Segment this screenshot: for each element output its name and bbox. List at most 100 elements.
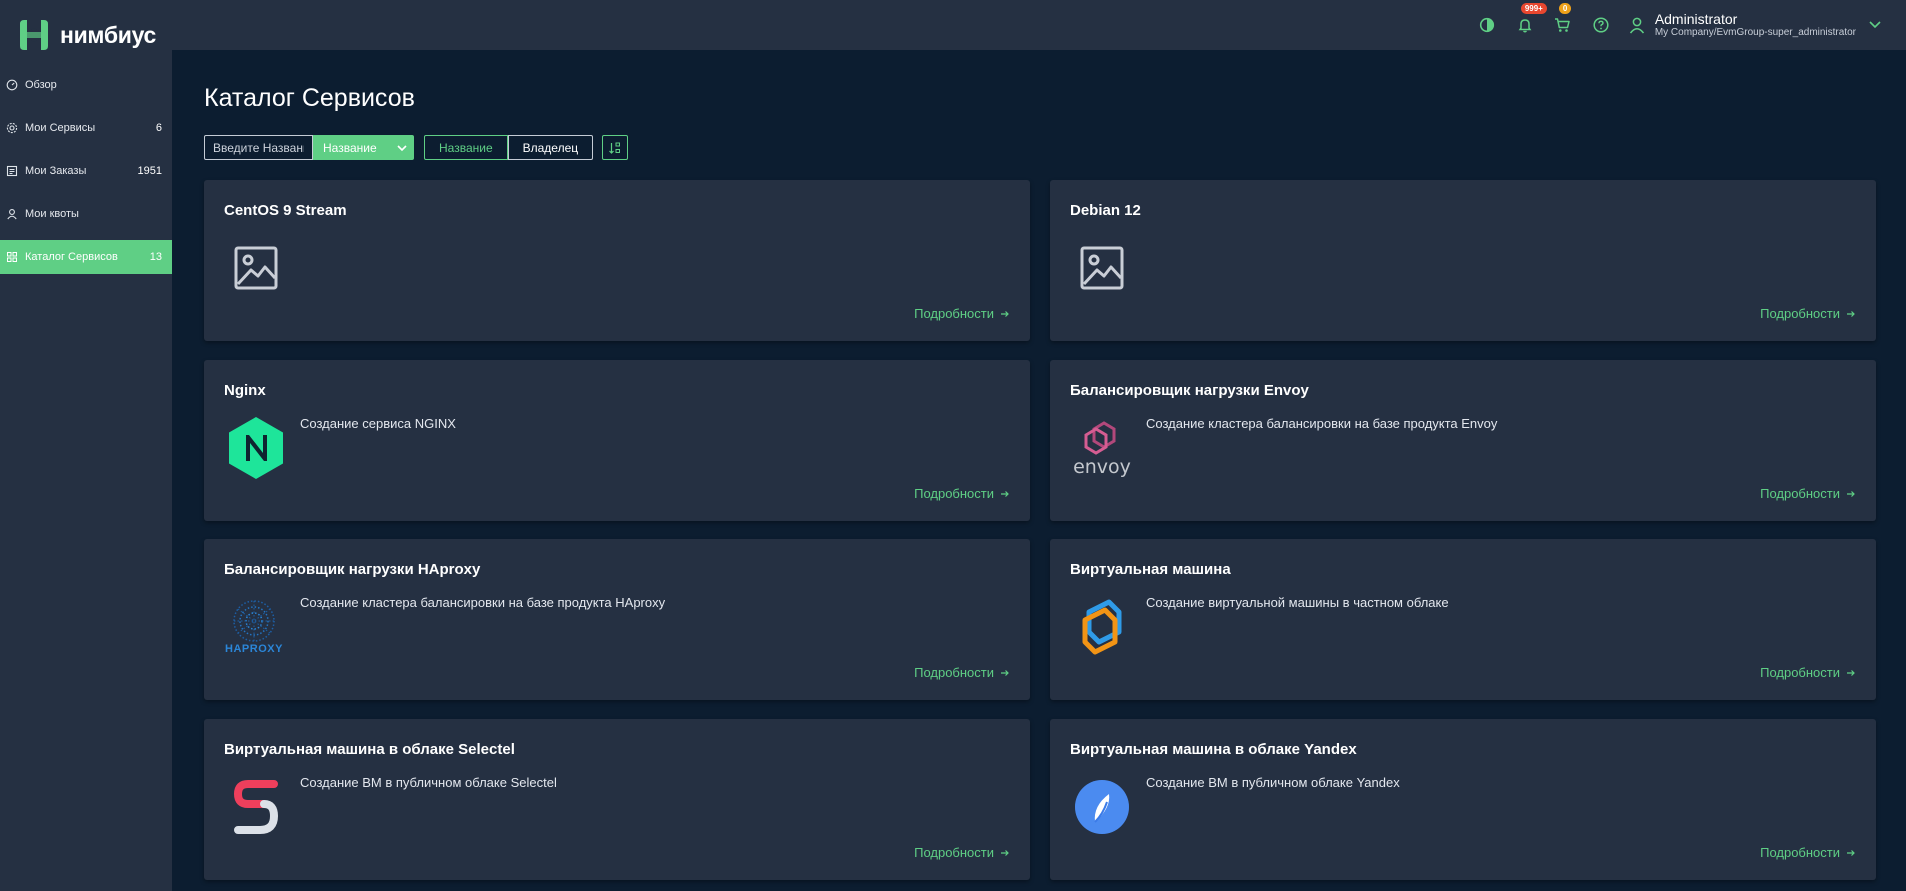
haproxy-logo-text: HAPROXY (225, 643, 283, 655)
service-card-title: Балансировщик нагрузки Envoy (1070, 382, 1309, 399)
user-name: Administrator (1654, 11, 1738, 27)
sidebar-item-overview[interactable]: Обзор (0, 68, 172, 102)
service-card-description: Создание виртуальной машины в частном об… (1146, 595, 1449, 610)
service-card-description: Создание ВМ в публичном облаке Selectel (300, 775, 557, 790)
search-input[interactable] (204, 135, 313, 160)
haproxy-logo: HAPROXY (222, 593, 286, 661)
details-link-label: Подробности (914, 306, 994, 321)
nimbius-logo-icon (20, 20, 48, 50)
help-icon[interactable] (1591, 15, 1611, 35)
arrow-right-icon (1847, 669, 1855, 676)
sidebar-item-count: 6 (155, 122, 162, 134)
grid-icon (6, 251, 18, 263)
arrow-right-icon (1001, 490, 1009, 497)
sidebar-item-my-services[interactable]: Мои Сервисы 6 (0, 111, 172, 145)
service-card-title: Балансировщик нагрузки HAproxy (224, 561, 481, 578)
dashboard-icon (6, 79, 18, 91)
sidebar-item-service-catalog[interactable]: Каталог Сервисов 13 (0, 240, 172, 274)
arrow-right-icon (1847, 490, 1855, 497)
service-card[interactable]: CentOS 9 Stream Подробности (204, 180, 1030, 341)
details-link[interactable]: Подробности (1760, 845, 1856, 860)
brand-logo[interactable]: нимбиус (16, 18, 156, 52)
nginx-logo (224, 414, 288, 482)
user-menu[interactable]: Administrator My Company/EvmGroup-super_… (1629, 11, 1882, 39)
sidebar-item-count: 13 (149, 251, 162, 263)
details-link-label: Подробности (914, 486, 994, 501)
sidebar-item-label: Каталог Сервисов (25, 251, 118, 263)
details-link-label: Подробности (1760, 306, 1840, 321)
sidebar-nav: Обзор Мои Сервисы 6 Мои Заказы 1951 Мои … (0, 68, 172, 283)
image-placeholder-icon (1070, 234, 1134, 302)
sidebar-item-count: 1951 (137, 165, 162, 177)
gear-icon (6, 122, 18, 134)
details-link-label: Подробности (1760, 845, 1840, 860)
details-link[interactable]: Подробности (1760, 486, 1856, 501)
envoy-logo: envoy (1068, 414, 1136, 482)
theme-toggle-icon[interactable] (1477, 15, 1497, 35)
details-link-label: Подробности (1760, 486, 1840, 501)
sort-by-owner-button[interactable]: Владелец (507, 135, 594, 160)
service-card-title: Виртуальная машина в облаке Yandex (1070, 741, 1357, 758)
service-card[interactable]: Виртуальная машина Создание виртуальной … (1050, 539, 1876, 700)
details-link[interactable]: Подробности (914, 845, 1010, 860)
arrow-right-icon (1847, 310, 1855, 317)
service-card-description: Создание ВМ в публичном облаке Yandex (1146, 775, 1400, 790)
details-link-label: Подробности (914, 845, 994, 860)
sidebar-item-label: Мои Заказы (25, 165, 87, 177)
service-card[interactable]: Балансировщик нагрузки HAproxy HAPROXY С… (204, 539, 1030, 700)
vm-logo (1070, 593, 1134, 661)
details-link[interactable]: Подробности (914, 486, 1010, 501)
notifications-button[interactable]: 999+ (1515, 3, 1547, 35)
service-card[interactable]: Балансировщик нагрузки Envoy envoy Созда… (1050, 360, 1876, 521)
details-link[interactable]: Подробности (914, 665, 1010, 680)
details-link-label: Подробности (1760, 665, 1840, 680)
cart-button[interactable]: 0 (1553, 3, 1573, 35)
sort-direction-button[interactable] (602, 135, 629, 160)
top-header: 999+ 0 Administrator My Company/EvmGroup… (172, 0, 1906, 50)
details-link-label: Подробности (914, 665, 994, 680)
sidebar-item-my-quotas[interactable]: Мои квоты (0, 197, 172, 231)
sidebar-item-label: Обзор (25, 79, 57, 91)
sort-by-name-button[interactable]: Название (424, 135, 508, 160)
header-actions: 999+ 0 Administrator My Company/EvmGroup… (1477, 0, 1882, 50)
service-card-description: Создание кластера балансировки на базе п… (1146, 416, 1498, 431)
service-card-title: Nginx (224, 382, 266, 399)
catalog-toolbar: Название Название Владелец (204, 135, 629, 160)
service-card[interactable]: Виртуальная машина в облаке Yandex Созда… (1050, 719, 1876, 880)
details-link[interactable]: Подробности (1760, 665, 1856, 680)
service-card-title: Debian 12 (1070, 202, 1141, 219)
sidebar: нимбиус Обзор Мои Сервисы 6 Мои Заказы 1… (0, 0, 172, 891)
arrow-right-icon (1001, 310, 1009, 317)
service-card[interactable]: Debian 12 Подробности (1050, 180, 1876, 341)
details-link[interactable]: Подробности (1760, 306, 1856, 321)
search-field-value: Название (323, 140, 377, 155)
yandex-cloud-logo (1070, 773, 1134, 841)
sort-field-toggle: Название Владелец (424, 135, 594, 160)
service-card-description: Создание сервиса NGINX (300, 416, 456, 431)
service-card-title: Виртуальная машина в облаке Selectel (224, 741, 515, 758)
image-placeholder-icon (224, 234, 288, 302)
notifications-badge: 999+ (1520, 3, 1547, 14)
sidebar-item-my-orders[interactable]: Мои Заказы 1951 (0, 154, 172, 188)
sidebar-item-label: Мои квоты (25, 208, 79, 220)
details-link[interactable]: Подробности (914, 306, 1010, 321)
service-card[interactable]: Виртуальная машина в облаке Selectel Соз… (204, 719, 1030, 880)
cart-badge: 0 (1558, 3, 1572, 14)
arrow-right-icon (1001, 669, 1009, 676)
service-card[interactable]: Nginx Создание сервиса NGINX Подробности (204, 360, 1030, 521)
cart-icon (1555, 18, 1571, 32)
sidebar-item-label: Мои Сервисы (25, 122, 96, 134)
arrow-right-icon (1001, 849, 1009, 856)
selectel-logo (224, 773, 288, 841)
service-card-description: Создание кластера балансировки на базе п… (300, 595, 666, 610)
chevron-down-icon (397, 144, 407, 151)
sort-icon (609, 142, 621, 154)
service-card-title: Виртуальная машина (1070, 561, 1231, 578)
brand-name: нимбиус (60, 21, 156, 48)
chevron-down-icon (1869, 21, 1881, 29)
orders-icon (6, 165, 18, 177)
search-field-select[interactable]: Название (313, 135, 414, 160)
envoy-logo-text: envoy (1073, 456, 1131, 478)
bell-icon (1518, 19, 1532, 33)
user-icon (1629, 17, 1644, 33)
